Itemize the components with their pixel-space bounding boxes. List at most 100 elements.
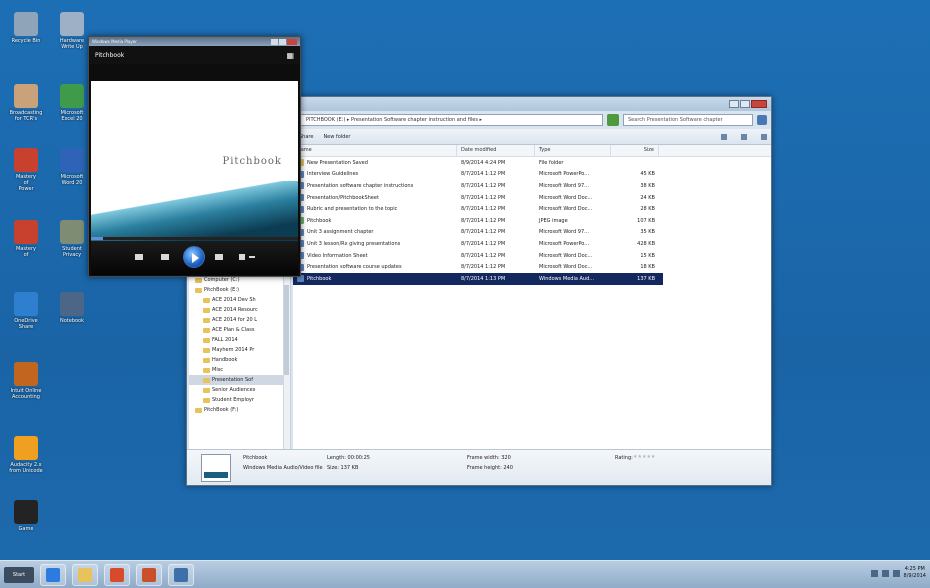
volume-tray-icon[interactable] bbox=[881, 569, 889, 577]
tree-node[interactable]: Student Employr bbox=[189, 395, 284, 405]
network-icon[interactable] bbox=[870, 569, 878, 577]
file-name: Interview Guidelines bbox=[307, 171, 359, 178]
shortcut-icon bbox=[14, 292, 38, 316]
tree-node-label: ACE 2014 for 20 L bbox=[212, 317, 258, 323]
desktop-icon[interactable]: Mastery of bbox=[4, 220, 48, 258]
minimize-button[interactable] bbox=[271, 38, 278, 45]
file-name: Pitchbook bbox=[307, 275, 332, 282]
media-player-titlebar[interactable]: Windows Media Player bbox=[89, 37, 300, 46]
file-name-cell: Pitchbook bbox=[293, 275, 457, 283]
preview-pane-icon[interactable] bbox=[741, 133, 747, 140]
switch-to-library-icon[interactable]: ▦ bbox=[286, 51, 294, 60]
minimize-button[interactable] bbox=[729, 100, 739, 108]
file-row[interactable]: Unit 3 lesson/Rx giving presentations 8/7… bbox=[293, 238, 771, 250]
shortcut-icon bbox=[14, 436, 38, 460]
desktop-icon[interactable]: Broadcasting for TCR's bbox=[4, 84, 48, 122]
desktop-icon[interactable]: Audacity 2.x from Unicode bbox=[4, 436, 48, 474]
tree-node[interactable]: FALL 2014 bbox=[189, 335, 284, 345]
previous-icon[interactable] bbox=[161, 254, 169, 260]
file-row[interactable]: Video Information Sheet 8/7/2014 1:12 PM M… bbox=[293, 250, 771, 262]
file-name: Pitchbook bbox=[307, 217, 332, 224]
desktop-icon[interactable]: Intuit Online Accounting bbox=[4, 362, 48, 400]
file-list[interactable]: Name Date modified Type Size New Present… bbox=[293, 145, 771, 449]
clock[interactable]: 4:25 PM 8/9/2014 bbox=[904, 566, 926, 580]
player-controls bbox=[91, 241, 298, 275]
tree-node[interactable]: PitchBook (F:) bbox=[189, 405, 284, 415]
file-date-cell: 8/7/2014 1:13 PM bbox=[461, 275, 506, 282]
file-row[interactable]: Unit 3 assignment chapter 8/7/2014 1:12 P… bbox=[293, 227, 771, 239]
tree-node[interactable]: ACE 2014 Resourc bbox=[189, 305, 284, 315]
column-type[interactable]: Type bbox=[535, 145, 611, 156]
file-name: Unit 3 lesson/Rx giving presentations bbox=[307, 240, 401, 247]
file-size-cell: 45 KB bbox=[640, 171, 655, 178]
play-button[interactable] bbox=[183, 246, 205, 268]
file-row[interactable]: Presentation/PitchbookSheet 8/7/2014 1:12… bbox=[293, 192, 771, 204]
share-button[interactable]: Share bbox=[299, 134, 313, 140]
folder-icon bbox=[195, 277, 202, 283]
rating-stars[interactable]: ★★★★★ bbox=[633, 454, 655, 460]
file-row[interactable]: Pitchbook 8/7/2014 1:12 PM JPEG image 107 K… bbox=[293, 215, 771, 227]
file-type-cell: Windows Media Aud... bbox=[539, 275, 595, 282]
view-options-icon[interactable] bbox=[721, 133, 727, 140]
taskbar-item-powerpoint[interactable] bbox=[136, 564, 162, 586]
help-icon[interactable] bbox=[761, 133, 767, 140]
tree-node[interactable]: ACE 2014 Dev Sh bbox=[189, 295, 284, 305]
file-type-cell: Microsoft PowerPo... bbox=[539, 171, 590, 178]
shortcut-icon bbox=[60, 12, 84, 36]
desktop-icon[interactable]: Game bbox=[4, 500, 48, 532]
file-row[interactable]: Pitchbook 8/7/2014 1:13 PM Windows Media A… bbox=[293, 272, 663, 285]
tree-node[interactable]: Mayhem 2014 Pr bbox=[189, 345, 284, 355]
video-area[interactable]: Pitchbook bbox=[91, 81, 298, 241]
taskbar-item-media[interactable] bbox=[104, 564, 130, 586]
file-type-cell: Microsoft Word Doc... bbox=[539, 264, 593, 271]
tree-node[interactable]: ACE 2014 for 20 L bbox=[189, 315, 284, 325]
tree-node[interactable]: PitchBook (E:) bbox=[189, 285, 284, 295]
stop-icon[interactable] bbox=[135, 254, 143, 260]
desktop-icon[interactable]: Recycle Bin bbox=[4, 12, 48, 44]
file-row[interactable]: Interview Guidelines 8/7/2014 1:12 PM Micr… bbox=[293, 169, 771, 181]
scrollbar-thumb[interactable] bbox=[284, 285, 289, 375]
tree-node[interactable]: Misc bbox=[189, 365, 284, 375]
shortcut-icon bbox=[14, 500, 38, 524]
new-folder-button[interactable]: New folder bbox=[323, 134, 350, 140]
desktop-icon[interactable]: OneDrive Share bbox=[4, 292, 48, 330]
tree-node-label: ACE 2014 Resourc bbox=[212, 307, 258, 313]
file-type-cell: Microsoft Word Doc... bbox=[539, 194, 593, 201]
file-row[interactable]: Presentation software chapter instructio… bbox=[293, 180, 771, 192]
flag-icon[interactable] bbox=[892, 569, 900, 577]
media-player-window[interactable]: Windows Media Player Pitchbook ▦ Pitchbo… bbox=[88, 36, 301, 277]
column-size[interactable]: Size bbox=[611, 145, 659, 156]
file-row[interactable]: New Presentation Saved 8/9/2014 4:24 PM Fi… bbox=[293, 157, 771, 169]
next-icon[interactable] bbox=[215, 254, 223, 260]
refresh-icon[interactable] bbox=[607, 114, 619, 126]
tree-node[interactable]: ACE Plan & Class bbox=[189, 325, 284, 335]
maximize-button[interactable] bbox=[279, 38, 286, 45]
seek-bar[interactable] bbox=[91, 237, 298, 240]
desktop-icon[interactable]: Mastery of Power bbox=[4, 148, 48, 192]
column-date[interactable]: Date modified bbox=[457, 145, 535, 156]
tree-node[interactable]: Presentation Sof bbox=[189, 375, 284, 385]
search-input[interactable]: Search Presentation Software chapter bbox=[623, 114, 753, 126]
taskbar-item-explorer[interactable] bbox=[72, 564, 98, 586]
volume-slider[interactable] bbox=[249, 256, 255, 258]
tree-node[interactable]: Senior Audiences bbox=[189, 385, 284, 395]
folder-icon bbox=[203, 327, 210, 333]
tree-node[interactable]: Handbook bbox=[189, 355, 284, 365]
slide-decoration bbox=[91, 181, 298, 241]
file-name: Rubric and presentation to the topic bbox=[307, 206, 398, 213]
file-row[interactable]: Rubric and presentation to the topic 8/7/… bbox=[293, 203, 771, 215]
maximize-button[interactable] bbox=[740, 100, 750, 108]
column-name[interactable]: Name bbox=[293, 145, 457, 156]
close-button[interactable] bbox=[287, 38, 297, 45]
start-button[interactable]: Start bbox=[4, 567, 34, 583]
file-row[interactable]: Presentation software course updates 8/7/… bbox=[293, 261, 771, 273]
search-icon[interactable] bbox=[757, 115, 767, 125]
taskbar-item-ie[interactable] bbox=[40, 564, 66, 586]
taskbar-item-explorer-active[interactable] bbox=[168, 564, 194, 586]
desktop-icon[interactable]: Notebook bbox=[50, 292, 94, 324]
tree-node-label: FALL 2014 bbox=[212, 337, 238, 343]
volume-icon[interactable] bbox=[239, 254, 245, 260]
close-button[interactable] bbox=[751, 100, 767, 108]
tree-node-label: Presentation Sof bbox=[212, 377, 253, 383]
file-date-cell: 8/7/2014 1:12 PM bbox=[461, 194, 506, 201]
